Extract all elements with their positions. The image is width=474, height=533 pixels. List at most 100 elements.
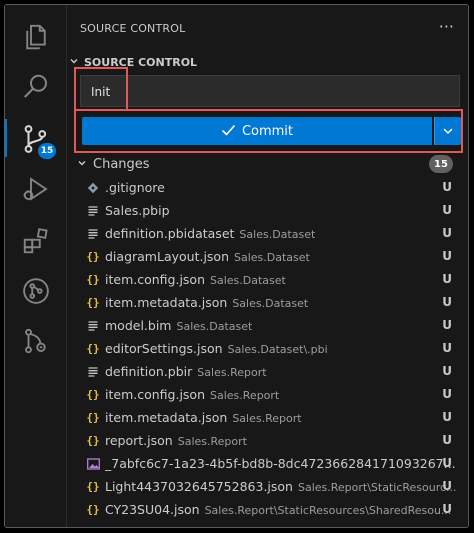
file-name: Light4437032645752863.json [105, 479, 293, 494]
file-name: report.json [105, 433, 173, 448]
source-control-badge: 15 [38, 143, 56, 159]
extensions-icon[interactable] [18, 223, 54, 259]
file-directory: Sales.Report\StaticResources\SharedResou… [204, 504, 452, 517]
file-name: definition.pbidataset [105, 226, 235, 241]
chevron-down-icon [77, 158, 91, 171]
file-item[interactable]: {} item.metadata.json Sales.Dataset U [67, 291, 468, 314]
more-actions-icon[interactable]: ··· [439, 17, 454, 36]
file-text: definition.pbidataset Sales.Dataset [105, 226, 315, 241]
file-status: U [442, 502, 452, 516]
file-item[interactable]: {} item.config.json Sales.Report U [67, 383, 468, 406]
file-status: U [442, 249, 452, 263]
highlight-box-message [74, 67, 128, 111]
file-directory: Sales.Dataset [234, 251, 310, 264]
file-directory: Sales.Report\StaticResourc... [297, 481, 457, 494]
file-name: Sales.pbip [105, 203, 170, 218]
file-status: U [442, 226, 452, 240]
file-name: item.config.json [105, 387, 205, 402]
file-status: U [442, 410, 452, 424]
file-item[interactable]: definition.pbir Sales.Report U [67, 360, 468, 383]
file-text: item.config.json Sales.Dataset [105, 272, 286, 287]
file-text: editorSettings.json Sales.Dataset\.pbi [105, 341, 328, 356]
json-icon: {} [86, 250, 100, 263]
file-directory: Sales.Report [210, 389, 280, 402]
file-directory: Sales.Report [232, 412, 302, 425]
json-icon: {} [86, 273, 100, 286]
file-name: _7abfc6c7-1a23-4b5f-bd8b-8dc472366284171… [105, 456, 456, 471]
file-directory: Sales.Report [197, 366, 267, 379]
commit-message-box[interactable] [80, 75, 460, 107]
file-status: U [442, 433, 452, 447]
file-directory: Sales.Dataset [176, 320, 253, 333]
file-directory: Sales.Dataset [239, 228, 316, 241]
git-icon [86, 181, 100, 195]
file-item[interactable]: _7abfc6c7-1a23-4b5f-bd8b-8dc472366284171… [67, 452, 468, 475]
file-item[interactable]: {} item.config.json Sales.Dataset U [67, 268, 468, 291]
file-text: CY23SU04.json Sales.Report\StaticResource… [105, 502, 451, 517]
file-text: model.bim Sales.Dataset [105, 318, 252, 333]
json-icon: {} [86, 411, 100, 424]
json-icon: {} [86, 503, 100, 516]
file-status: U [442, 295, 452, 309]
file-name: item.metadata.json [105, 295, 228, 310]
file-status: U [442, 180, 452, 194]
json-icon: {} [86, 388, 100, 401]
file-item[interactable]: {} CY23SU04.json Sales.Report\StaticResour… [67, 498, 468, 521]
json-icon: {} [86, 434, 100, 447]
file-name: model.bim [105, 318, 172, 333]
file-name: definition.pbir [105, 364, 193, 379]
file-item[interactable]: definition.pbidataset Sales.Dataset U [67, 222, 468, 245]
file-status: U [442, 318, 452, 332]
file-status: U [442, 479, 452, 493]
file-item[interactable]: {} editorSettings.json Sales.Dataset\.pbi U [67, 337, 468, 360]
file-item[interactable]: .gitignore U [67, 176, 468, 199]
panel-title: SOURCE CONTROL [80, 22, 186, 35]
check-icon [221, 122, 236, 140]
file-name: item.metadata.json [105, 410, 228, 425]
remote-source-control-icon[interactable] [18, 323, 54, 359]
file-item[interactable]: {} Light4437032645752863.json Sales.Report… [67, 475, 468, 498]
commit-message-input[interactable] [91, 83, 391, 101]
git-graph-icon[interactable] [18, 273, 54, 309]
file-text: Sales.pbip [105, 203, 175, 218]
changes-count-badge: 15 [429, 155, 453, 173]
run-debug-icon[interactable] [18, 171, 54, 207]
commit-label: Commit [241, 123, 294, 139]
file-name: item.config.json [105, 272, 205, 287]
source-control-panel: SOURCE CONTROL ··· SOURCE CONTROL Commit [67, 5, 468, 527]
file-item[interactable]: {} report.json Sales.Report U [67, 429, 468, 452]
file-text: _7abfc6c7-1a23-4b5f-bd8b-8dc472366284171… [105, 456, 461, 471]
file-text: item.config.json Sales.Report [105, 387, 279, 402]
file-text: report.json Sales.Report [105, 433, 247, 448]
file-item[interactable]: Sales.pbip U [67, 199, 468, 222]
file-item[interactable]: {} item.metadata.json Sales.Report U [67, 406, 468, 429]
file-directory: Sales.Dataset [232, 297, 309, 310]
changes-group-header[interactable]: Changes [67, 153, 468, 175]
changes-file-list: .gitignore U Sales.pbip Udefinition.pbidata… [67, 176, 468, 521]
commit-button[interactable]: Commit [82, 117, 432, 145]
file-name: .gitignore [105, 180, 165, 195]
activity-bar: 15 [5, 5, 67, 527]
search-icon[interactable] [18, 69, 54, 105]
active-indicator [5, 119, 7, 157]
file-text: item.metadata.json Sales.Dataset [105, 295, 308, 310]
file-directory: Sales.Dataset [210, 274, 286, 287]
explorer-icon[interactable] [18, 19, 54, 55]
file-status: U [442, 341, 452, 355]
json-icon: {} [86, 342, 100, 355]
file-text: definition.pbir Sales.Report [105, 364, 267, 379]
file-directory: Sales.Dataset\.pbi [227, 343, 328, 356]
chevron-down-icon [443, 128, 453, 135]
file-text: diagramLayout.json Sales.Dataset [105, 249, 310, 264]
commit-dropdown-button[interactable] [434, 117, 461, 145]
file-item[interactable]: model.bim Sales.Dataset U [67, 314, 468, 337]
lines-icon [86, 204, 100, 218]
lines-icon [86, 365, 100, 379]
file-text: Light4437032645752863.json Sales.Report\S… [105, 479, 457, 494]
file-text: .gitignore [105, 180, 170, 195]
file-name: diagramLayout.json [105, 249, 229, 264]
file-name: CY23SU04.json [105, 502, 200, 517]
window: 15 SOURCE CONTROL ··· SOURCE CONTROL Ini… [4, 4, 469, 528]
file-item[interactable]: {} diagramLayout.json Sales.Dataset U [67, 245, 468, 268]
file-status: U [442, 272, 452, 286]
